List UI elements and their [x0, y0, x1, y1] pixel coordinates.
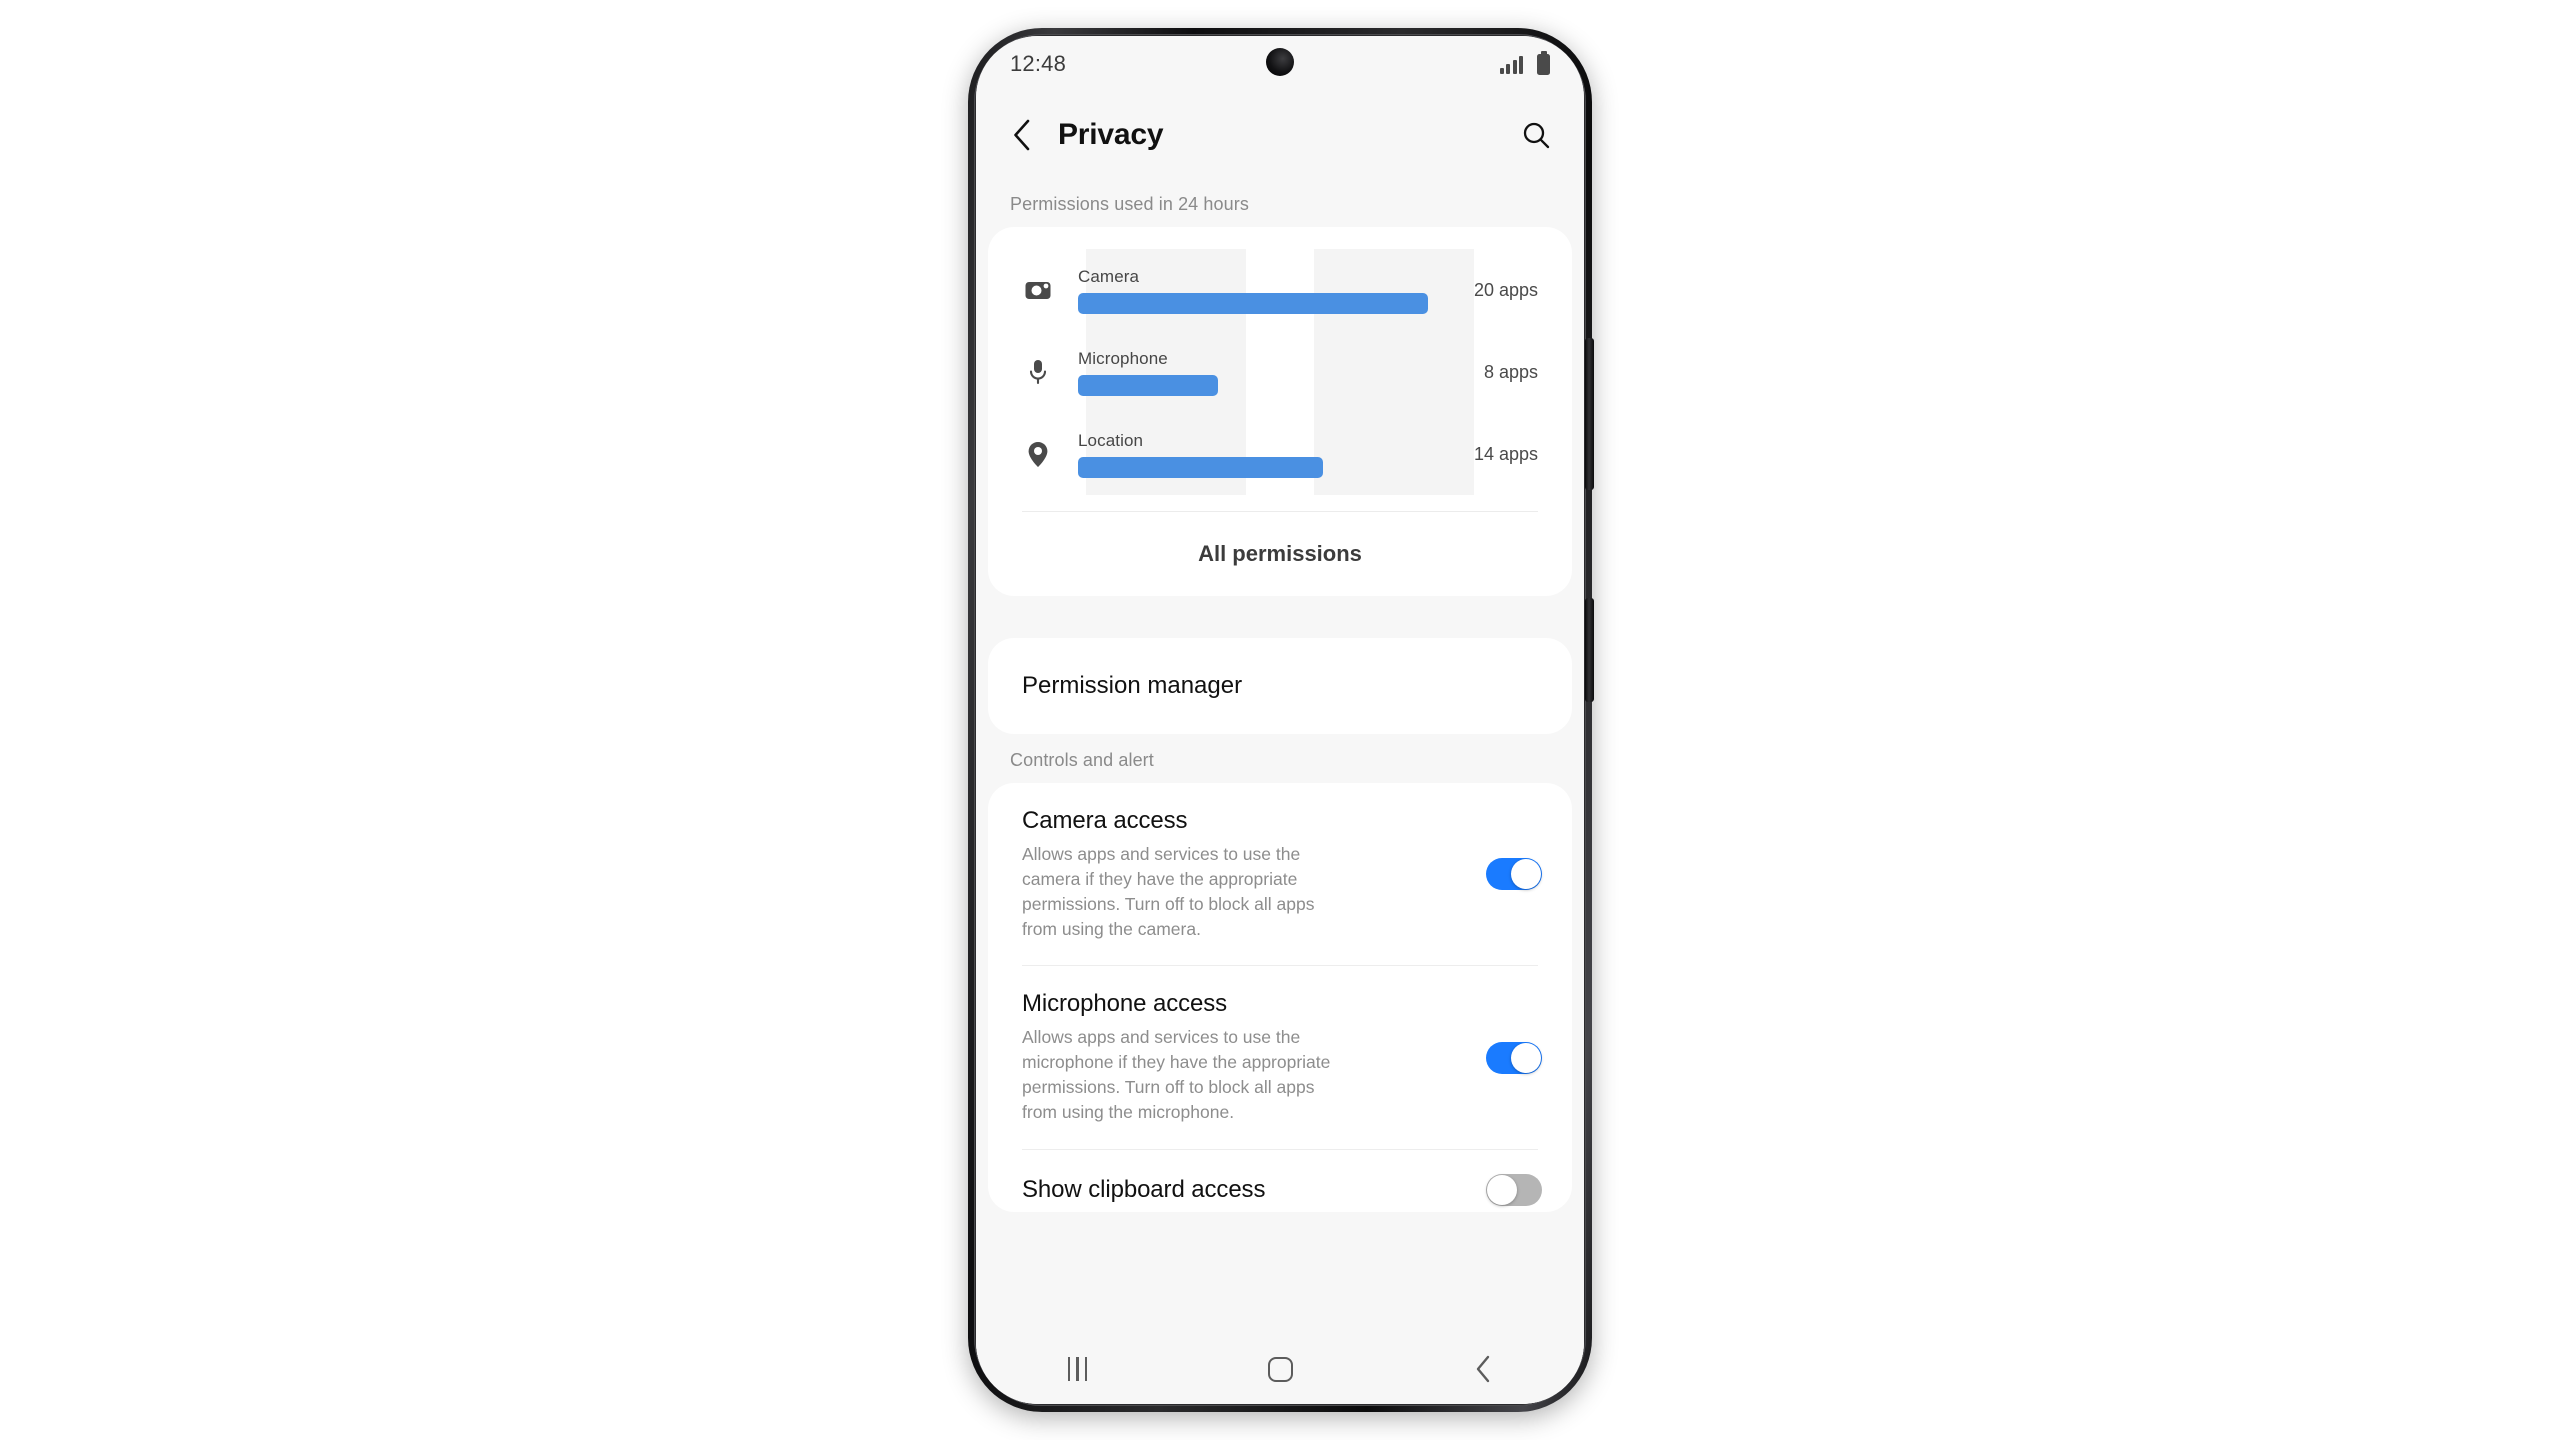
permission-manager-label: Permission manager: [1022, 672, 1243, 699]
status-clock: 12:48: [1010, 51, 1067, 76]
microphone-access-description: Allows apps and services to use the micr…: [1022, 1027, 1331, 1122]
chart-row[interactable]: Camera 20 apps: [988, 249, 1572, 331]
show-clipboard-access-toggle[interactable]: [1486, 1173, 1542, 1206]
phone-screen: 12:48 Privacy Permissions used in 24 hou…: [976, 36, 1584, 1404]
bar-area: Camera: [1060, 267, 1442, 314]
bar-track: [1078, 292, 1428, 314]
microphone-access-row[interactable]: Microphone access Allows apps and servic…: [988, 966, 1572, 1148]
page-title: Privacy: [1058, 118, 1164, 151]
camera-access-title: Camera access: [1022, 807, 1188, 834]
back-icon[interactable]: [1381, 1334, 1584, 1404]
volume-button[interactable]: [1585, 338, 1594, 490]
app-count-label: 8 apps: [1483, 361, 1538, 382]
bar-fill: [1078, 292, 1428, 314]
location-pin-icon: [1016, 441, 1060, 468]
card-spacer: [976, 596, 1584, 638]
bar-track: [1078, 456, 1428, 478]
controls-section-label: Controls and alert: [1010, 750, 1154, 770]
bar-label: Microphone: [1078, 348, 1168, 368]
camera-access-row[interactable]: Camera access Allows apps and services t…: [988, 783, 1572, 965]
search-icon[interactable]: [1514, 113, 1558, 157]
system-navigation-bar: [976, 1334, 1584, 1404]
show-clipboard-access-row[interactable]: Show clipboard access: [988, 1150, 1572, 1212]
app-count-label: 20 apps: [1473, 279, 1538, 300]
show-clipboard-access-title: Show clipboard access: [1022, 1175, 1266, 1203]
front-camera-punch-hole: [1266, 48, 1294, 76]
show-clipboard-access-texts: Show clipboard access: [1022, 1176, 1486, 1204]
bar-track: [1078, 374, 1428, 396]
chart-row[interactable]: Location 14 apps: [988, 413, 1572, 495]
battery-full-icon: [1537, 50, 1550, 75]
permission-manager-row[interactable]: Permission manager: [988, 638, 1572, 734]
toggle-knob: [1511, 1042, 1541, 1073]
usage-section-label: Permissions used in 24 hours: [1010, 194, 1249, 214]
settings-scroll-area[interactable]: Permissions used in 24 hours Camera 20 a…: [976, 178, 1584, 1404]
bar-fill: [1078, 374, 1218, 396]
recents-icon[interactable]: [976, 1334, 1179, 1404]
bar-area: Location: [1060, 431, 1442, 478]
app-bar: Privacy: [976, 92, 1584, 178]
microphone-icon: [1016, 359, 1060, 385]
microphone-access-toggle[interactable]: [1486, 1041, 1542, 1074]
camera-access-description: Allows apps and services to use the came…: [1022, 844, 1315, 939]
microphone-access-title: Microphone access: [1022, 990, 1228, 1018]
bar-label: Camera: [1078, 266, 1140, 286]
permissions-usage-chart: Camera 20 apps Microphone 8 apps Locatio…: [988, 227, 1572, 505]
bar-fill: [1078, 456, 1323, 478]
chart-row[interactable]: Microphone 8 apps: [988, 331, 1572, 413]
bar-area: Microphone: [1060, 349, 1442, 396]
toggle-knob: [1511, 859, 1541, 890]
camera-access-toggle[interactable]: [1486, 858, 1542, 891]
toggle-knob: [1487, 1174, 1517, 1205]
microphone-access-texts: Microphone access Allows apps and servic…: [1022, 990, 1486, 1124]
permissions-usage-card: Camera 20 apps Microphone 8 apps Locatio…: [988, 227, 1572, 596]
home-icon[interactable]: [1179, 1334, 1382, 1404]
power-button[interactable]: [1585, 598, 1594, 702]
screenshot-canvas: 12:48 Privacy Permissions used in 24 hou…: [0, 0, 2560, 1440]
status-icons: [1499, 50, 1550, 75]
signal-bars-icon: [1499, 54, 1523, 74]
bar-label: Location: [1078, 430, 1144, 450]
app-count-label: 14 apps: [1473, 443, 1538, 464]
chevron-left-icon[interactable]: [1002, 115, 1042, 155]
all-permissions-button[interactable]: All permissions: [988, 512, 1572, 596]
camera-access-texts: Camera access Allows apps and services t…: [1022, 807, 1486, 941]
camera-icon: [1016, 279, 1060, 301]
status-bar: 12:48: [976, 36, 1584, 92]
permission-manager-card[interactable]: Permission manager: [988, 638, 1572, 734]
controls-card: Camera access Allows apps and services t…: [988, 783, 1572, 1212]
